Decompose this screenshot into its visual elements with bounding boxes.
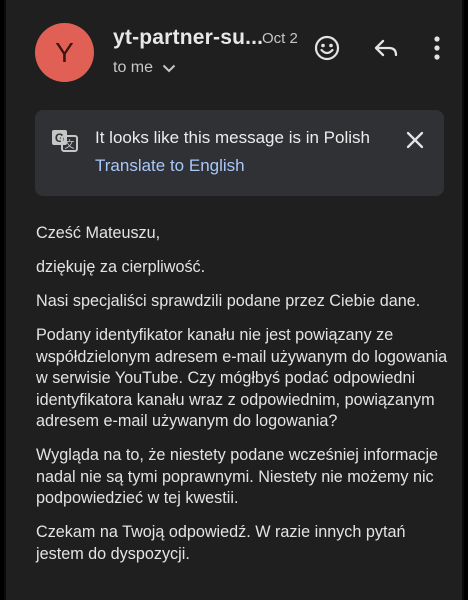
reply-button[interactable] (371, 33, 401, 63)
message-date: Oct 2 (262, 30, 298, 47)
translate-to-english-link[interactable]: Translate to English (95, 156, 245, 176)
translate-banner: G 文 It looks like this message is in Pol… (35, 110, 444, 196)
reply-icon (374, 39, 398, 57)
message-body: Cześć Mateuszu, dziękuję za cierpliwość.… (36, 223, 448, 578)
translate-icon: G 文 (51, 127, 79, 160)
emoji-icon (314, 35, 340, 61)
avatar[interactable]: Y (35, 23, 94, 82)
emoji-reaction-button[interactable] (312, 33, 342, 63)
recipient-label: to me (113, 59, 154, 76)
chevron-down-icon (162, 64, 176, 72)
svg-text:文: 文 (65, 138, 75, 151)
message-header: Y yt-partner-su... Oct 2 to me (6, 0, 462, 100)
email-view: Y yt-partner-su... Oct 2 to me G 文 It lo… (4, 0, 464, 600)
avatar-letter: Y (55, 36, 74, 68)
translate-message: It looks like this message is in Polish (95, 128, 370, 147)
body-paragraph: Wygląda na to, że niestety podane wcześn… (36, 446, 439, 507)
body-paragraph: dziękuję za cierpliwość. (36, 258, 206, 276)
body-paragraph: Podany identyfikator kanału nie jest pow… (36, 326, 448, 430)
body-paragraph: Czekam na Twoją odpowiedź. W razie innyc… (36, 523, 406, 563)
more-vert-icon (434, 36, 440, 60)
recipient-details-toggle[interactable]: to me (113, 59, 176, 77)
close-icon (406, 131, 424, 149)
dismiss-translate-button[interactable] (403, 128, 427, 152)
more-options-button[interactable] (422, 33, 452, 63)
greeting: Cześć Mateuszu, (36, 224, 161, 242)
body-paragraph: Nasi specjaliści sprawdzili podane przez… (36, 292, 421, 310)
sender-name[interactable]: yt-partner-su... (113, 26, 263, 50)
